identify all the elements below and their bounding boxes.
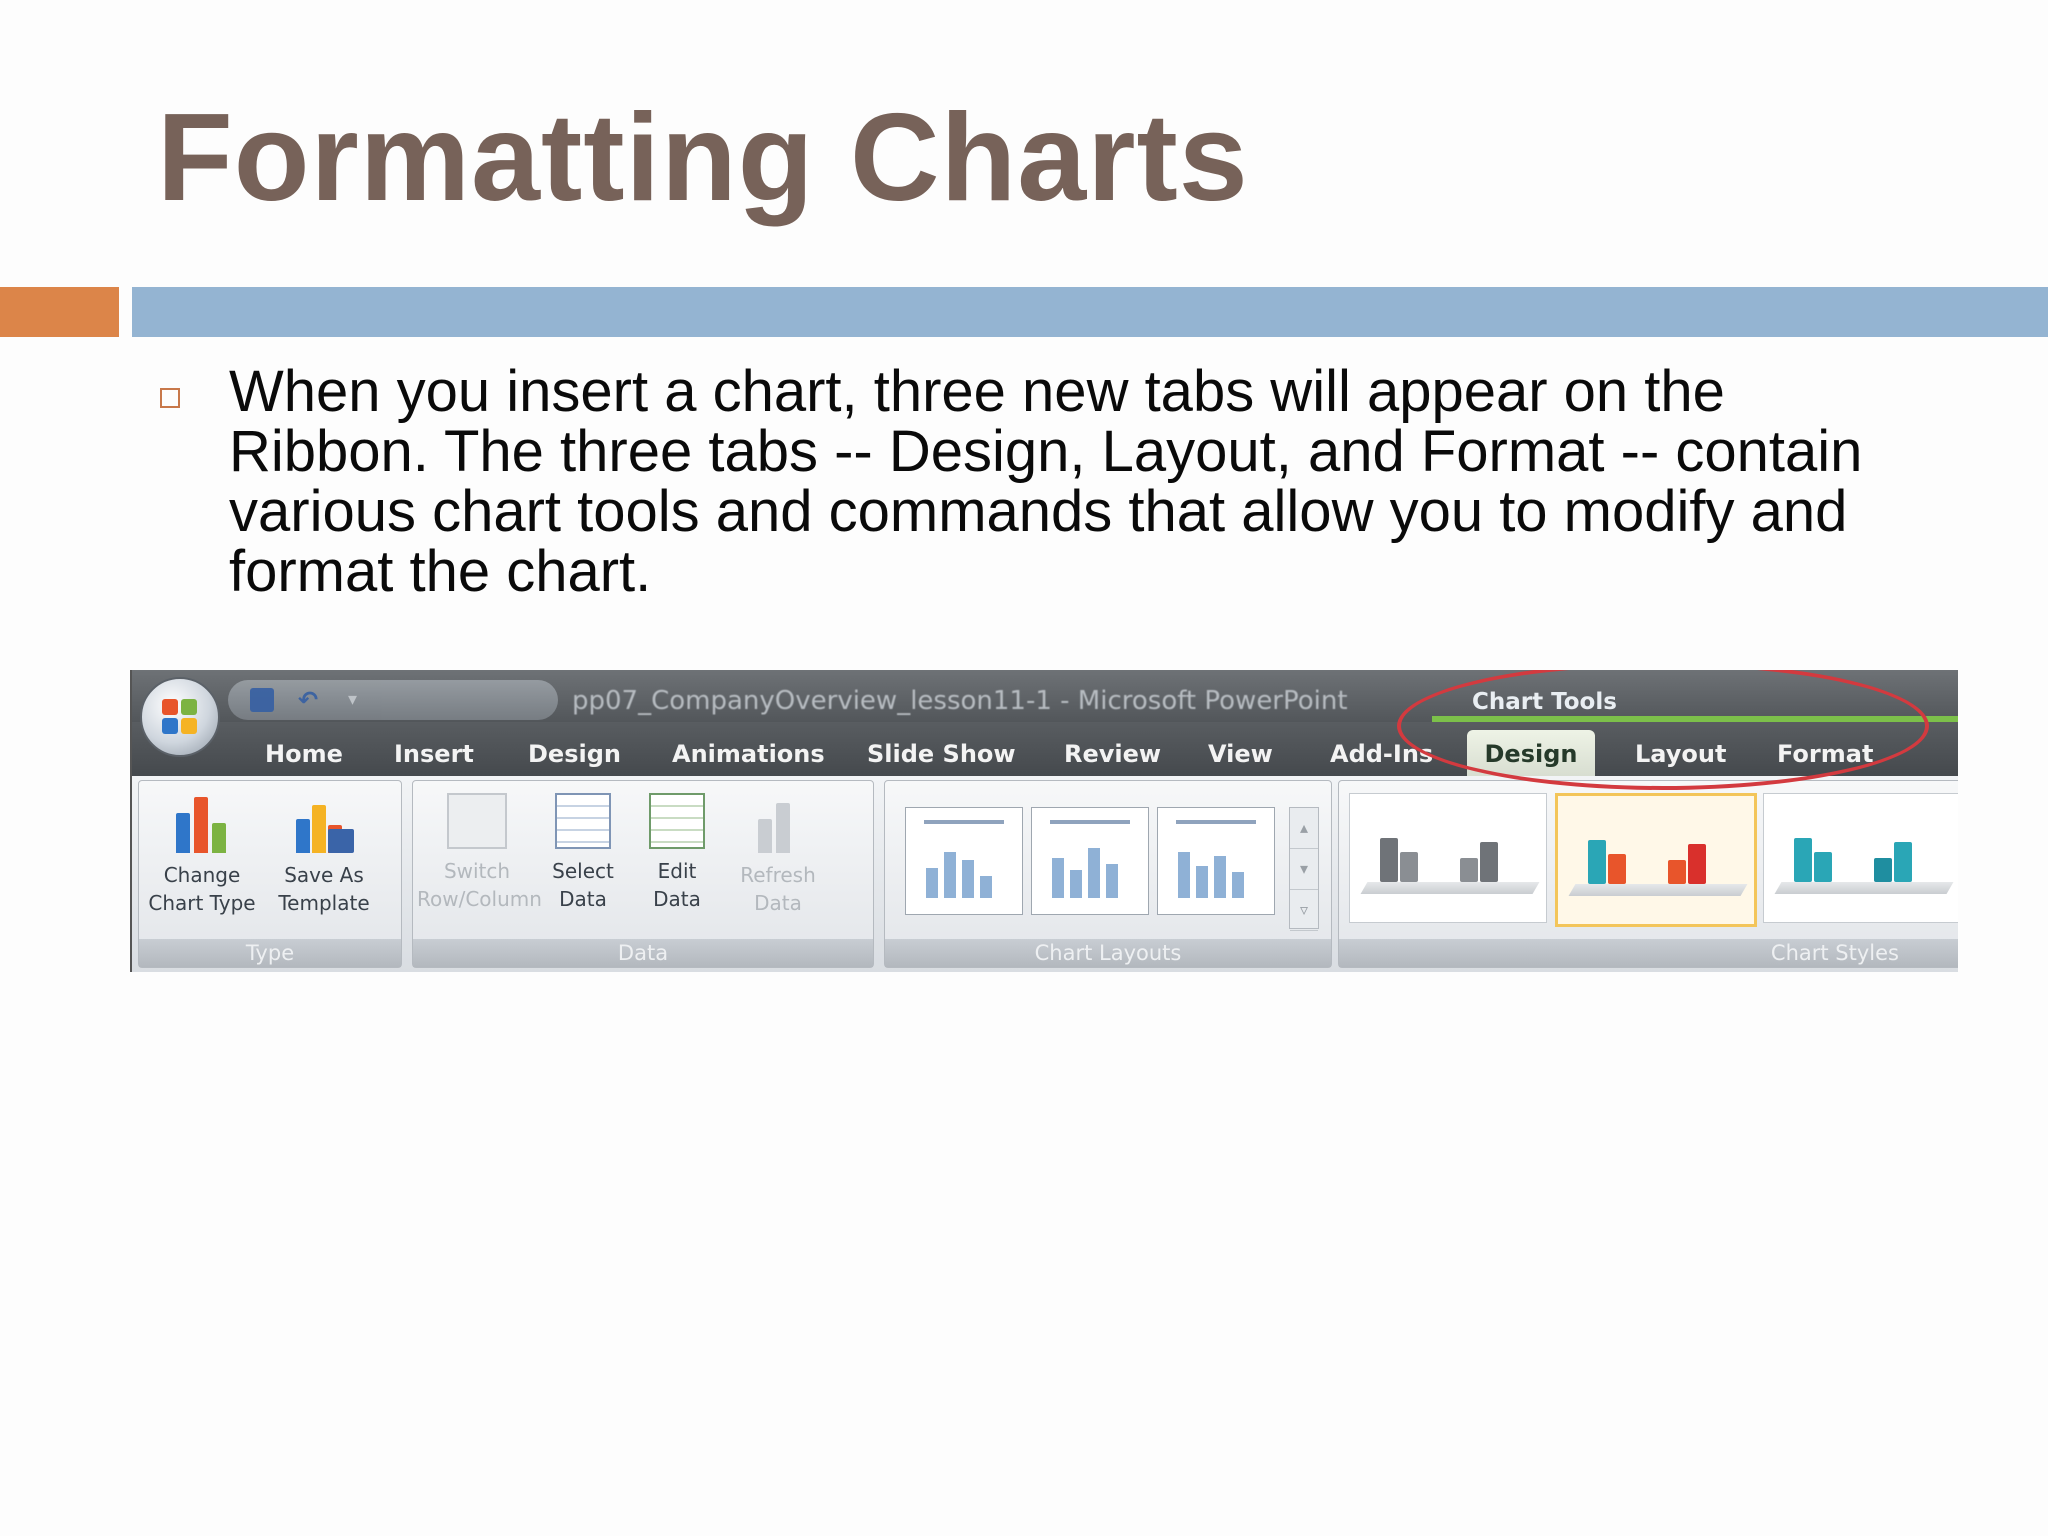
- slide-title: Formatting Charts: [157, 89, 1249, 227]
- save-as-template-icon: [294, 793, 354, 853]
- layout-gallery-scroll[interactable]: ▴ ▾ ▿: [1289, 807, 1319, 931]
- switch-row-column-icon: [447, 793, 507, 849]
- chart-style-1[interactable]: [1349, 793, 1547, 923]
- refresh-data-label: Refresh Data: [740, 863, 816, 915]
- group-chart-styles-label: Chart Styles: [1339, 939, 1958, 967]
- ribbon-groups: Change Chart Type Save As Template Type …: [132, 776, 1958, 972]
- chart-style-2[interactable]: [1555, 793, 1757, 927]
- group-chart-layouts-label: Chart Layouts: [885, 939, 1331, 967]
- chart-layout-3[interactable]: [1157, 807, 1275, 915]
- square-bullet-icon: [160, 388, 180, 408]
- select-data-icon: [555, 793, 611, 849]
- group-chart-styles: Chart Styles: [1338, 780, 1958, 968]
- change-chart-type-label: Change Chart Type: [148, 863, 256, 915]
- gallery-more-icon[interactable]: ▿: [1290, 890, 1318, 931]
- office-logo-icon: [162, 699, 198, 735]
- edit-data-icon: [649, 793, 705, 849]
- chart-style-3[interactable]: [1763, 793, 1958, 923]
- save-as-template-button[interactable]: Save As Template: [269, 793, 379, 917]
- tab-chart-layout[interactable]: Layout: [1635, 740, 1726, 768]
- tab-insert[interactable]: Insert: [394, 740, 474, 768]
- title-rule-accent: [0, 287, 119, 337]
- tab-bar: Home Insert Design Animations Slide Show…: [132, 722, 1958, 778]
- chart-layout-1[interactable]: [905, 807, 1023, 915]
- tab-review[interactable]: Review: [1064, 740, 1161, 768]
- bullet-text: When you insert a chart, three new tabs …: [229, 359, 1863, 604]
- quick-access-toolbar: ↶ ▾: [228, 680, 558, 720]
- group-type-label: Type: [139, 939, 401, 967]
- edit-data-label: Edit Data: [653, 859, 701, 911]
- tab-home[interactable]: Home: [265, 740, 343, 768]
- group-type: Change Chart Type Save As Template Type: [138, 780, 402, 968]
- tab-add-ins[interactable]: Add-Ins: [1330, 740, 1433, 768]
- group-chart-layouts: ▴ ▾ ▿ Chart Layouts: [884, 780, 1332, 968]
- group-data: Switch Row/Column Select Data Edit Data …: [412, 780, 874, 968]
- select-data-label: Select Data: [552, 859, 614, 911]
- switch-row-column-label: Switch Row/Column: [417, 859, 542, 911]
- switch-row-column-button[interactable]: Switch Row/Column: [417, 793, 542, 913]
- group-data-label: Data: [413, 939, 873, 967]
- refresh-data-button[interactable]: Refresh Data: [723, 793, 833, 917]
- edit-data-button[interactable]: Edit Data: [627, 793, 727, 913]
- tab-animations[interactable]: Animations: [672, 740, 825, 768]
- change-chart-type-button[interactable]: Change Chart Type: [147, 793, 257, 917]
- tab-chart-format[interactable]: Format: [1777, 740, 1873, 768]
- chart-layout-2[interactable]: [1031, 807, 1149, 915]
- refresh-data-icon: [748, 793, 808, 853]
- save-as-template-label: Save As Template: [278, 863, 370, 915]
- scroll-down-icon[interactable]: ▾: [1290, 849, 1318, 890]
- tab-slide-show[interactable]: Slide Show: [867, 740, 1016, 768]
- context-label-chart-tools: Chart Tools: [1472, 689, 1617, 715]
- tab-design[interactable]: Design: [528, 740, 621, 768]
- title-rule-bar: [132, 287, 2048, 337]
- window-title: pp07_CompanyOverview_lesson11-1 - Micros…: [572, 686, 1348, 716]
- change-chart-type-icon: [172, 793, 232, 853]
- select-data-button[interactable]: Select Data: [533, 793, 633, 913]
- save-icon[interactable]: [250, 688, 274, 712]
- scroll-up-icon[interactable]: ▴: [1290, 808, 1318, 849]
- office-button[interactable]: [140, 677, 220, 757]
- customize-qat-icon[interactable]: ▾: [348, 688, 372, 712]
- tab-chart-design[interactable]: Design: [1467, 730, 1595, 778]
- tab-view[interactable]: View: [1208, 740, 1273, 768]
- ribbon-screenshot: ↶ ▾ pp07_CompanyOverview_lesson11-1 - Mi…: [130, 670, 1958, 972]
- undo-icon[interactable]: ↶: [298, 688, 322, 712]
